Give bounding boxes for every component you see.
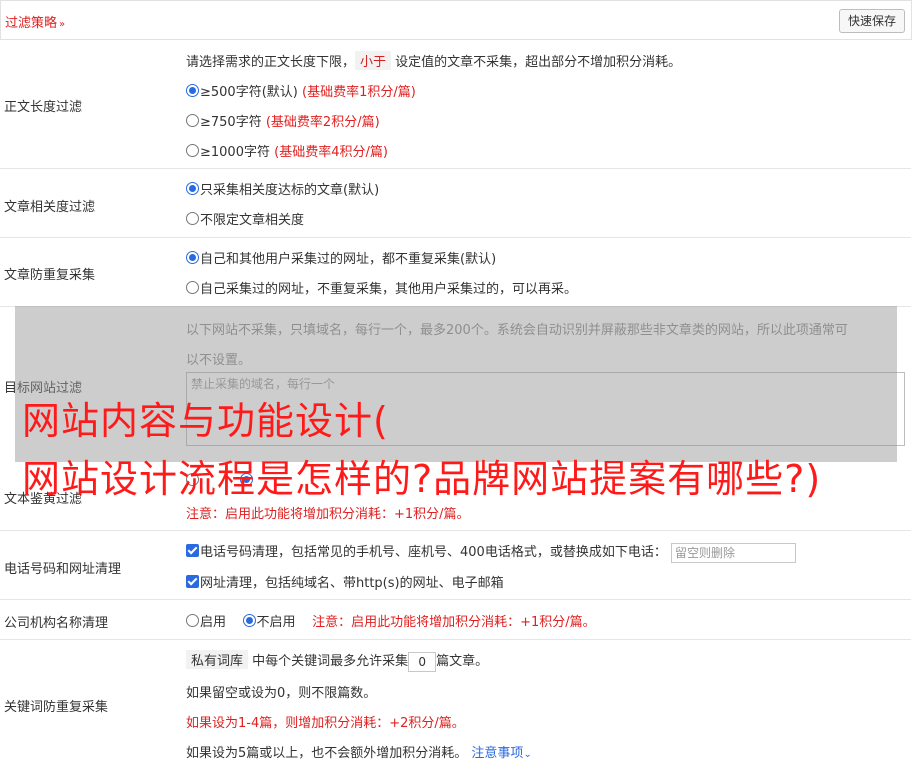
org-clean-row: 公司机构名称清理 启用 不启用 注意：启用此功能将增加积分消耗：+1积分/篇。 (0, 600, 911, 640)
replacement-phone-input[interactable]: 留空则删除 (670, 542, 796, 563)
length-desc-tag: 小于 (355, 51, 392, 70)
porn-filter-label: 文本鉴黄过滤 (4, 492, 83, 507)
chevron-down-icon: ⌄ (523, 749, 532, 760)
relevance-option-any[interactable]: 不限定文章相关度 (186, 209, 304, 228)
target-site-desc-line2: 以不设置。 (186, 353, 252, 368)
porn-filter-options[interactable] (186, 473, 254, 489)
length-option-text: ≥1000字符 (200, 145, 270, 160)
filter-strategy-header: 过滤策略» 快速保存 (0, 0, 912, 40)
org-clean-disable-option[interactable]: 不启用 (242, 614, 296, 630)
relevance-option-strict[interactable]: 只采集相关度达标的文章(默认) (186, 179, 379, 198)
blocked-domains-textarea[interactable]: 禁止采集的域名，每行一个 (186, 372, 905, 446)
length-option-text: ≥500字符(默认) (200, 85, 298, 100)
keyword-dedupe-line2: 如果留空或设为0，则不限篇数。 (186, 686, 377, 701)
org-enable-text: 启用 (200, 615, 227, 630)
length-desc-pre: 请选择需求的正文长度下限， (186, 55, 356, 70)
keyword-dedupe-row: 关键词防重复采集 私有词库 中每个关键词最多允许采集 0 篇文章。 如果留空或设为0… (0, 640, 911, 768)
checkbox-checked-icon[interactable] (186, 544, 199, 557)
phone-url-clean-label: 电话号码和网址清理 (4, 562, 122, 577)
relevance-filter-label: 文章相关度过滤 (4, 200, 96, 215)
relevance-filter-row: 文章相关度过滤 只采集相关度达标的文章(默认) 不限定文章相关度 (0, 169, 911, 238)
radio-selected-icon[interactable] (186, 84, 199, 97)
keyword-dedupe-line3: 如果设为1-4篇，则增加积分消耗：+2积分/篇。 (186, 716, 465, 731)
length-filter-desc: 请选择需求的正文长度下限， 小于 设定值的文章不采集，超出部分不增加积分消耗。 (186, 51, 681, 70)
private-lexicon-tag[interactable]: 私有词库 (186, 650, 249, 669)
org-clean-label: 公司机构名称清理 (4, 616, 109, 631)
keyword-line1-pre: 中每个关键词最多允许采集 (252, 654, 409, 669)
dedupe-option-text: 自己采集过的网址，不重复采集，其他用户采集过的，可以再采。 (200, 282, 578, 297)
chevron-down-icon: » (59, 19, 66, 30)
keyword-line1-post: 篇文章。 (436, 654, 489, 669)
length-option-note: (基础费率2积分/篇) (265, 115, 380, 130)
dedupe-option-all[interactable]: 自己和其他用户采集过的网址，都不重复采集(默认) (186, 248, 496, 267)
length-option-note: (基础费率1积分/篇) (302, 85, 416, 100)
radio-icon[interactable] (186, 614, 199, 627)
org-clean-note: 注意：启用此功能将增加积分消耗：+1积分/篇。 (312, 615, 596, 630)
length-option-750[interactable]: ≥750字符 (基础费率2积分/篇) (186, 111, 380, 130)
length-option-500[interactable]: ≥500字符(默认) (基础费率1积分/篇) (186, 81, 416, 100)
length-desc-post: 设定值的文章不采集，超出部分不增加积分消耗。 (395, 55, 682, 70)
radio-selected-icon[interactable] (186, 182, 199, 195)
org-disable-text: 不启用 (256, 615, 296, 630)
radio-icon[interactable] (186, 281, 199, 294)
target-site-desc-line1: 以下网站不采集，只填域名，每行一个，最多200个。系统会自动识别并屏蔽那些非文章… (186, 323, 848, 338)
max-articles-input[interactable]: 0 (408, 651, 437, 672)
radio-icon[interactable] (186, 144, 199, 157)
porn-filter-note: 注意：启用此功能将增加积分消耗：+1积分/篇。 (186, 507, 470, 522)
keyword-dedupe-label: 关键词防重复采集 (4, 700, 109, 715)
notes-link[interactable]: 注意事项⌄ (471, 746, 531, 761)
radio-icon[interactable] (186, 114, 199, 127)
radio-icon[interactable] (186, 212, 199, 225)
dedupe-label: 文章防重复采集 (4, 268, 96, 283)
relevance-option-text: 不限定文章相关度 (200, 213, 305, 228)
filter-strategy-title[interactable]: 过滤策略» (5, 12, 65, 31)
radio-selected-icon[interactable] (242, 614, 256, 627)
length-filter-row: 正文长度过滤 请选择需求的正文长度下限， 小于 设定值的文章不采集，超出部分不增加… (0, 39, 911, 169)
radio-selected-icon[interactable] (186, 251, 199, 264)
org-clean-enable-option[interactable]: 启用 (186, 614, 227, 630)
dedupe-row: 文章防重复采集 自己和其他用户采集过的网址，都不重复采集(默认) 自己采集过的网… (0, 238, 911, 307)
phone-clean-text: 电话号码清理，包括常见的手机号、座机号、400电话格式，或替换成如下电话： (200, 545, 667, 560)
radio-selected-icon[interactable] (240, 473, 253, 486)
length-option-text: ≥750字符 (200, 115, 262, 130)
phone-url-clean-row: 电话号码和网址清理 电话号码清理，包括常见的手机号、座机号、400电话格式，或替… (0, 531, 911, 600)
length-option-note: (基础费率4积分/篇) (274, 145, 388, 160)
org-clean-options: 启用 不启用 注意：启用此功能将增加积分消耗：+1积分/篇。 (186, 611, 596, 630)
checkbox-checked-icon[interactable] (186, 575, 199, 588)
quick-save-button[interactable]: 快速保存 (838, 9, 905, 33)
keyword-dedupe-line1: 私有词库 中每个关键词最多允许采集 0 篇文章。 (186, 650, 488, 672)
url-clean-option[interactable]: 网址清理，包括纯域名、带http(s)的网址、电子邮箱 (186, 572, 504, 591)
relevance-option-text: 只采集相关度达标的文章(默认) (200, 183, 380, 198)
radio-icon[interactable] (186, 473, 199, 486)
notes-link-text: 注意事项 (471, 746, 524, 761)
keyword-line4-text: 如果设为5篇或以上，也不会额外增加积分消耗。 (186, 746, 468, 761)
phone-clean-option[interactable]: 电话号码清理，包括常见的手机号、座机号、400电话格式，或替换成如下电话： 留空… (186, 541, 796, 563)
keyword-dedupe-line4: 如果设为5篇或以上，也不会额外增加积分消耗。 注意事项⌄ (186, 742, 532, 761)
porn-filter-row: 文本鉴黄过滤 注意：启用此功能将增加积分消耗：+1积分/篇。 (0, 462, 911, 531)
target-site-label: 目标网站过滤 (4, 381, 83, 396)
dedupe-option-text: 自己和其他用户采集过的网址，都不重复采集(默认) (200, 252, 497, 267)
length-filter-label: 正文长度过滤 (4, 100, 83, 115)
length-option-1000[interactable]: ≥1000字符 (基础费率4积分/篇) (186, 141, 388, 160)
url-clean-text: 网址清理，包括纯域名、带http(s)的网址、电子邮箱 (200, 576, 504, 591)
dedupe-option-self[interactable]: 自己采集过的网址，不重复采集，其他用户采集过的，可以再采。 (186, 278, 577, 297)
header-title-text: 过滤策略 (5, 16, 58, 31)
